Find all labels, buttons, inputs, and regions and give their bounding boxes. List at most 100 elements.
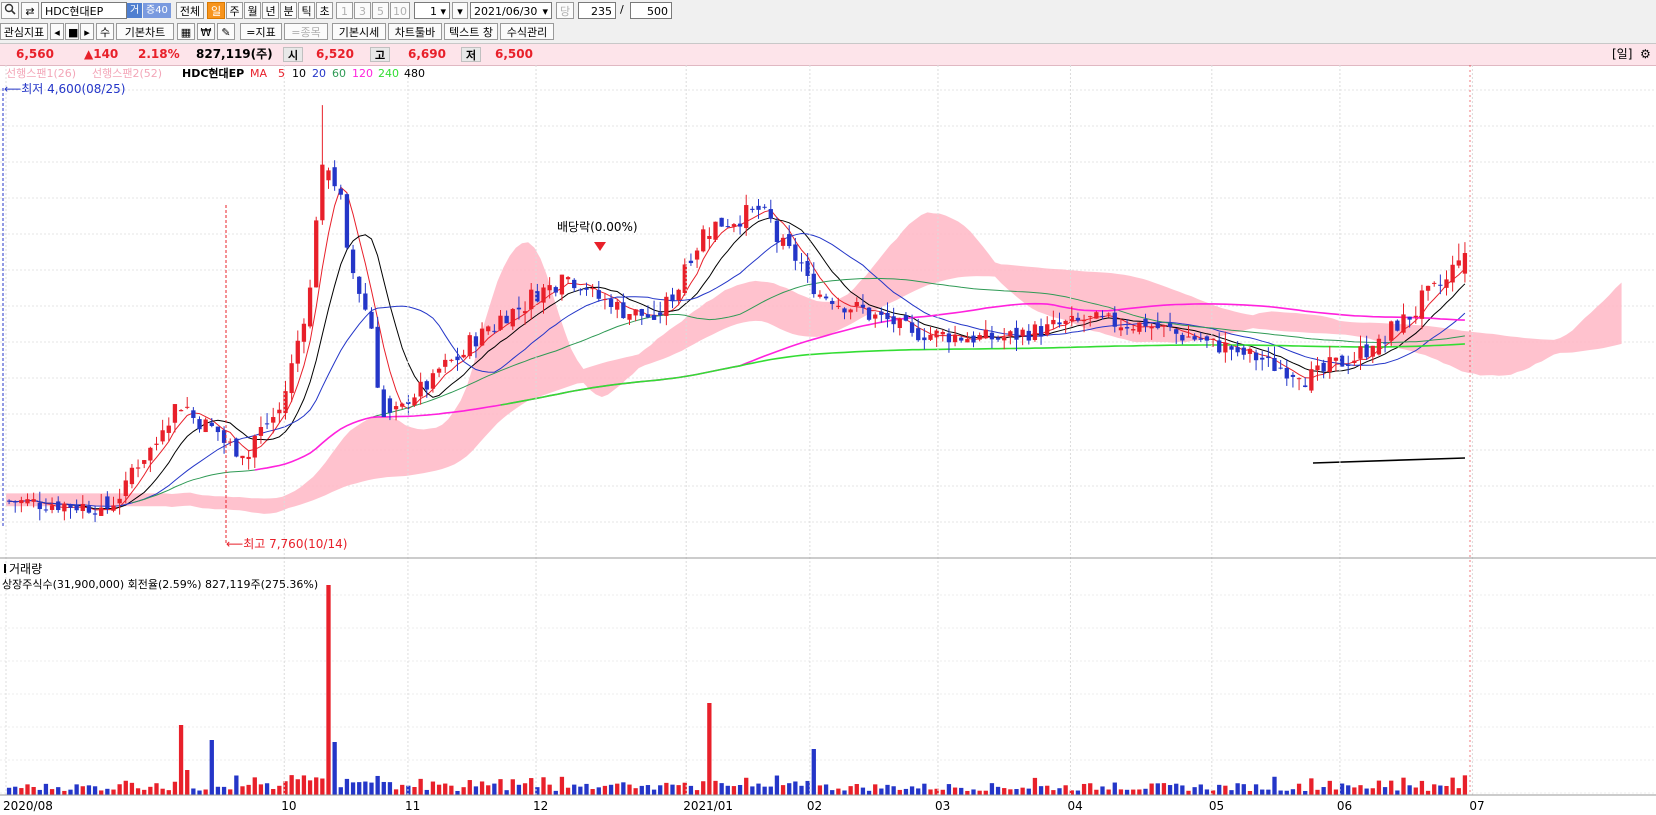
candle-body [43, 509, 49, 511]
candle-body [1425, 285, 1431, 291]
n3-button[interactable]: 3 [354, 2, 371, 19]
period-second-button[interactable]: 초 [316, 2, 333, 19]
volume-bar [854, 784, 859, 795]
candle-body [25, 499, 30, 504]
wrench-icon[interactable]: ✎ [217, 23, 235, 40]
period-day-button[interactable]: 일 [207, 2, 225, 19]
candle-body [866, 307, 872, 320]
candle-body [713, 221, 718, 240]
candle-body [6, 500, 12, 502]
candle-body [541, 287, 546, 303]
chevron-down-icon[interactable]: ▾ [452, 2, 468, 19]
volume-bar [1247, 790, 1253, 795]
volume-bar [694, 790, 700, 795]
indicator-button[interactable]: =지표 [240, 23, 282, 40]
low-label: 저 [461, 47, 481, 62]
volume-bar [830, 790, 835, 795]
settings-icon[interactable]: ⚙ [1640, 44, 1651, 65]
price-chart[interactable]: 2020/08 10 11 12 2021/01 02 03 04 05 06 07 선행스팬1(2… [0, 65, 1656, 815]
candle-body [768, 209, 773, 219]
volume-bar [1045, 785, 1050, 795]
volume-bar [1266, 789, 1271, 795]
candle-body [793, 244, 798, 261]
trade-volume: 827,119(주) [196, 47, 273, 61]
period-minute-button[interactable]: 분 [280, 2, 297, 19]
symbol-input[interactable]: HDC현대EP [41, 2, 127, 19]
change-rate: 2.18% [138, 47, 180, 61]
next-arrow-icon[interactable]: ▸ [80, 23, 94, 40]
candle-body [344, 194, 350, 248]
candle-body [142, 460, 147, 464]
search-icon[interactable] [1, 2, 19, 19]
n10-button[interactable]: 10 [390, 2, 410, 19]
candle-body [897, 318, 902, 329]
n1-button[interactable]: 1 [336, 2, 353, 19]
candle-body [400, 403, 405, 407]
total-input[interactable]: 500 [630, 2, 672, 19]
count-input[interactable]: 235 [578, 2, 616, 19]
n5-button[interactable]: 5 [372, 2, 389, 19]
basic-chart-button[interactable]: 기본차트 [116, 23, 174, 40]
period-tag: [일] [1612, 47, 1633, 61]
won-icon[interactable]: ₩ [197, 23, 215, 40]
candle-body [424, 381, 429, 390]
volume-bar [283, 781, 288, 795]
volume-bar [1376, 780, 1382, 795]
period-year-button[interactable]: 년 [262, 2, 279, 19]
volume-bar [940, 789, 945, 795]
prev-arrow-icon[interactable]: ◂ [50, 23, 64, 40]
text-window-button[interactable]: 텍스트 창 [444, 23, 498, 40]
legend-ma20: 20 [312, 67, 326, 80]
candle-body [860, 304, 866, 308]
volume-bar [258, 784, 264, 795]
candle-body [461, 354, 466, 358]
volume-bar [670, 784, 675, 795]
candle-body [854, 302, 859, 307]
candle-body [258, 427, 264, 436]
price-change: ▲140 [84, 47, 119, 61]
volume-bar [31, 786, 36, 795]
volume-bar [19, 788, 24, 795]
volume-bar [1180, 785, 1185, 795]
period-all-button[interactable]: 전체 [176, 2, 204, 19]
volume-bar [584, 783, 589, 795]
watch-indicator-button[interactable]: 관심지표 [0, 23, 48, 40]
geo-badge[interactable]: 거 [127, 3, 143, 18]
dang-button[interactable]: 당 [556, 2, 574, 19]
volume-bar [203, 789, 208, 795]
item-button[interactable]: =종목 [284, 23, 328, 40]
swap-icon[interactable]: ⇄ [21, 2, 39, 19]
candle-body [670, 294, 675, 302]
calendar-icon[interactable]: ▦ [177, 23, 195, 40]
basic-quote-button[interactable]: 기본시세 [332, 23, 386, 40]
candle-body [86, 506, 92, 513]
volume-bar [1456, 788, 1461, 795]
candle-body [1339, 355, 1345, 367]
volume-bar [1026, 788, 1031, 795]
volume-bar [393, 789, 399, 795]
candle-body [1413, 315, 1418, 318]
period-week-button[interactable]: 주 [226, 2, 243, 19]
date-select[interactable]: 2021/06/30 ▾ [470, 2, 552, 19]
volume-bar [1438, 785, 1443, 795]
formula-manage-button[interactable]: 수식관리 [500, 23, 554, 40]
candle-body [172, 404, 178, 423]
chart-toolbar-button[interactable]: 차트툴바 [388, 23, 442, 40]
legend-ma10: 10 [292, 67, 306, 80]
period-tick-button[interactable]: 틱 [298, 2, 315, 19]
volume-bar [817, 785, 823, 795]
su-button[interactable]: 수 [96, 23, 114, 40]
candle-body [1155, 323, 1160, 329]
volume-bar [92, 786, 98, 795]
stop-icon[interactable]: ■ [65, 23, 79, 40]
volume-bar [1303, 790, 1308, 795]
candle-body [1106, 313, 1111, 315]
volume-bar [185, 770, 190, 795]
volume-bar [1100, 786, 1105, 795]
period-month-button[interactable]: 월 [244, 2, 261, 19]
volume-bar [1339, 783, 1345, 795]
candle-body [166, 425, 171, 433]
candle-body [651, 315, 657, 320]
volume-bar [461, 787, 466, 795]
interval-spinner[interactable]: 1 ▾ [414, 2, 450, 19]
